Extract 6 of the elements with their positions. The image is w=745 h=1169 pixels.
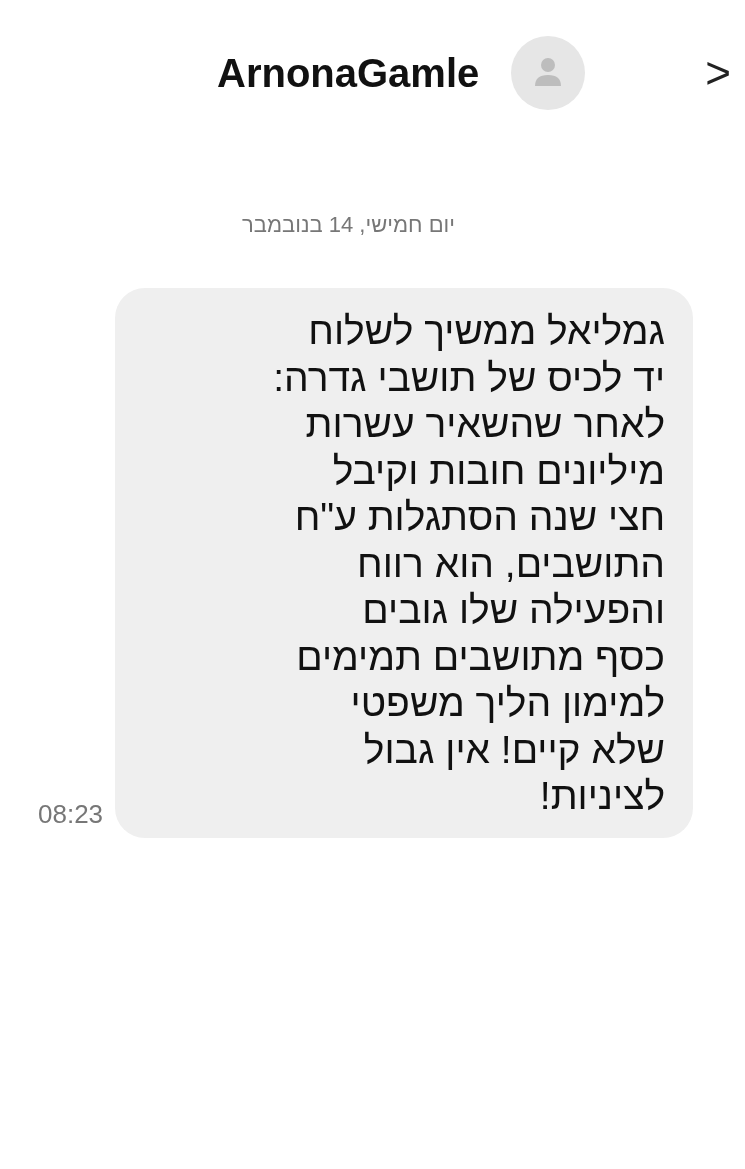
- contact-name: ArnonaGamle: [217, 50, 480, 96]
- date-label: יום חמישי, 14 בנובמבר: [241, 212, 455, 238]
- chevron-button[interactable]: >: [705, 48, 731, 98]
- message-time: 08:23: [38, 798, 104, 831]
- message-bubble: גמליאל ממשיך לשלוח יד לכיס של תושבי גדרה: לאחר שהשאיר עשרות מיליונים חובות וקיבל חצי שנה הסתגלות ע"ח התושבים, הוא רווח והפעילה שלו גובים כסף מתושבים תמימים למימון הליך משפטי שלא קיים! אין גבול לציניות!: [115, 288, 694, 838]
- avatar-icon[interactable]: [511, 36, 586, 110]
